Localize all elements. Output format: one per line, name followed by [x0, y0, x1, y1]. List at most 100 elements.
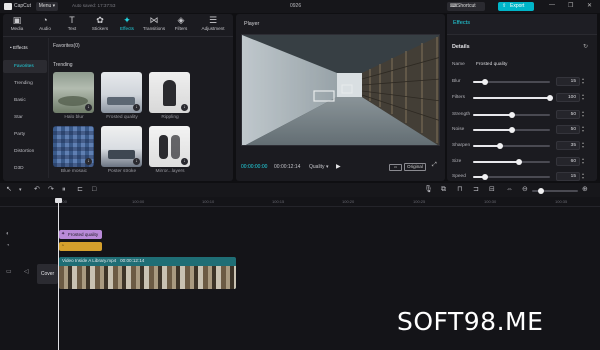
zoom-in-icon[interactable]: ⊕	[582, 186, 588, 194]
linkage-icon[interactable]: ⊐	[473, 186, 479, 194]
video-preview[interactable]	[241, 34, 440, 146]
effect-thumb-blue-mosaic[interactable]: ↓	[53, 126, 94, 167]
zoom-out-icon[interactable]: ⊖	[522, 186, 528, 194]
export-button[interactable]: ⇪ Export	[498, 2, 534, 11]
delete-icon[interactable]: □	[92, 186, 96, 194]
filters-icon: ◈	[177, 15, 185, 25]
param-value-input[interactable]: 50	[556, 125, 580, 134]
param-slider-knob[interactable]	[509, 127, 515, 133]
total-duration: 00:00:12:14	[274, 164, 301, 170]
param-slider[interactable]	[473, 112, 550, 118]
tab-text[interactable]: T Text	[60, 14, 84, 36]
param-value-input[interactable]: 60	[556, 157, 580, 166]
download-icon[interactable]: ↓	[85, 104, 92, 111]
param-value-input[interactable]: 15	[556, 77, 580, 86]
effect-thumb-halo-blur[interactable]: ↓	[53, 72, 94, 113]
sidebar-item-distortion[interactable]: Distortion	[3, 145, 47, 158]
menu-button[interactable]: Menu ▾	[36, 2, 58, 11]
param-slider[interactable]	[473, 127, 550, 133]
param-stepper-icon[interactable]: ▴ ▾	[582, 157, 584, 165]
param-slider[interactable]	[473, 95, 553, 101]
download-icon[interactable]: ↓	[181, 104, 188, 111]
param-stepper-icon[interactable]: ▴ ▾	[582, 172, 584, 180]
param-slider-knob[interactable]	[482, 79, 488, 85]
minimize-button[interactable]: —	[549, 2, 555, 8]
param-slider[interactable]	[473, 159, 550, 165]
download-icon[interactable]: ↓	[133, 104, 140, 111]
sidebar-item-trending[interactable]: Trending	[3, 77, 47, 90]
param-slider-knob[interactable]	[482, 174, 488, 180]
zoom-slider-knob[interactable]	[538, 188, 544, 194]
param-value-input[interactable]: 100	[556, 93, 580, 102]
sidebar-item-star[interactable]: Star	[3, 111, 47, 124]
param-slider-knob[interactable]	[516, 159, 522, 165]
param-stepper-icon[interactable]: ▴ ▾	[582, 77, 584, 85]
delete-left-icon[interactable]: ⊏	[77, 186, 83, 194]
param-value-input[interactable]: 35	[556, 141, 580, 150]
media-icon: ▣	[12, 15, 22, 25]
effect-thumb-rippling[interactable]: ↓	[149, 72, 190, 113]
sidebar-item-d3d[interactable]: D3D	[3, 162, 47, 175]
undo-icon[interactable]: ↶	[34, 186, 40, 194]
tab-filters[interactable]: ◈ Filters	[169, 14, 193, 36]
transitions-icon: ⋈	[149, 15, 159, 25]
param-value-input[interactable]: 15	[556, 172, 580, 181]
magnet-icon[interactable]: ⊓	[457, 186, 462, 194]
effects-panel-title[interactable]: Effects	[453, 20, 470, 26]
shortcut-button[interactable]: ⌨ Shortcut	[447, 2, 485, 11]
tab-adjustment[interactable]: ☰ Adjustment	[198, 14, 228, 36]
param-slider-knob[interactable]	[509, 112, 515, 118]
tab-media[interactable]: ▣ Media	[5, 14, 29, 36]
close-button[interactable]: ✕	[587, 2, 592, 9]
ratio-button[interactable]: Original	[404, 163, 426, 171]
play-icon[interactable]: ▶	[336, 163, 341, 170]
mute-track-icon[interactable]: ◁	[24, 268, 29, 275]
split-icon[interactable]: ⏸	[62, 186, 66, 194]
preview-axis-icon[interactable]: ⊟	[489, 186, 495, 194]
zoom-fit-icon[interactable]: ⇔	[506, 186, 513, 194]
effect-label-blue-mosaic: Blue mosaic	[60, 169, 88, 174]
param-stepper-icon[interactable]: ▴ ▾	[582, 93, 584, 101]
effect-thumb-poster-stroke[interactable]: ↓	[101, 126, 142, 167]
tab-effects[interactable]: ✦ Effects	[115, 14, 139, 36]
filter-clip[interactable]: ◔	[59, 242, 102, 251]
effect-thumb-frosted-quality[interactable]: ↓	[101, 72, 142, 113]
sidebar-item-basic[interactable]: Basic	[3, 94, 47, 107]
fullscreen-icon[interactable]: ⤢	[432, 162, 437, 169]
effect-clip[interactable]: ✦ Frosted quality	[59, 230, 102, 239]
download-icon[interactable]: ↓	[181, 158, 188, 165]
download-icon[interactable]: ↓	[133, 158, 140, 165]
param-slider-knob[interactable]	[547, 95, 553, 101]
playhead[interactable]	[58, 198, 59, 350]
param-stepper-icon[interactable]: ▴ ▾	[582, 141, 584, 149]
ruler-tick: 100:25	[413, 199, 426, 204]
select-tool-icon[interactable]: ↖	[6, 186, 12, 194]
tab-stickers[interactable]: ✿ Stickers	[88, 14, 112, 36]
param-stepper-icon[interactable]: ▴ ▾	[582, 110, 584, 118]
param-slider[interactable]	[473, 79, 550, 85]
aspect-ratio-icon[interactable]: ▭	[389, 164, 402, 171]
playhead-handle[interactable]	[55, 198, 62, 203]
param-slider[interactable]	[473, 143, 550, 149]
effect-thumb-mirror-layers[interactable]: ↓	[149, 126, 190, 167]
sidebar-item-favorites[interactable]: Favorites	[3, 60, 47, 73]
sidebar-item-party[interactable]: Party	[3, 128, 47, 141]
param-stepper-icon[interactable]: ▴ ▾	[582, 125, 584, 133]
redo-icon[interactable]: ↷	[48, 186, 54, 194]
tab-transitions[interactable]: ⋈ Transitions	[142, 14, 166, 36]
microphone-icon[interactable]: 🎙	[424, 186, 433, 194]
link-icon[interactable]: ⧉	[441, 186, 446, 194]
param-value-input[interactable]: 50	[556, 110, 580, 119]
select-dropdown-icon[interactable]: ▾	[19, 186, 22, 194]
param-slider[interactable]	[473, 174, 550, 180]
tab-audio[interactable]: ◔ Audio	[33, 14, 57, 36]
sidebar-header[interactable]: • Effects	[3, 42, 47, 55]
maximize-button[interactable]: ❐	[568, 2, 573, 9]
param-slider-knob[interactable]	[497, 143, 503, 149]
cover-button[interactable]: Cover	[37, 264, 58, 284]
zoom-slider[interactable]	[532, 188, 578, 194]
reset-icon[interactable]: ↻	[583, 43, 588, 50]
quality-dropdown[interactable]: Quality ▾	[309, 164, 328, 170]
download-icon[interactable]: ↓	[85, 158, 92, 165]
param-label: Noise	[452, 127, 465, 132]
